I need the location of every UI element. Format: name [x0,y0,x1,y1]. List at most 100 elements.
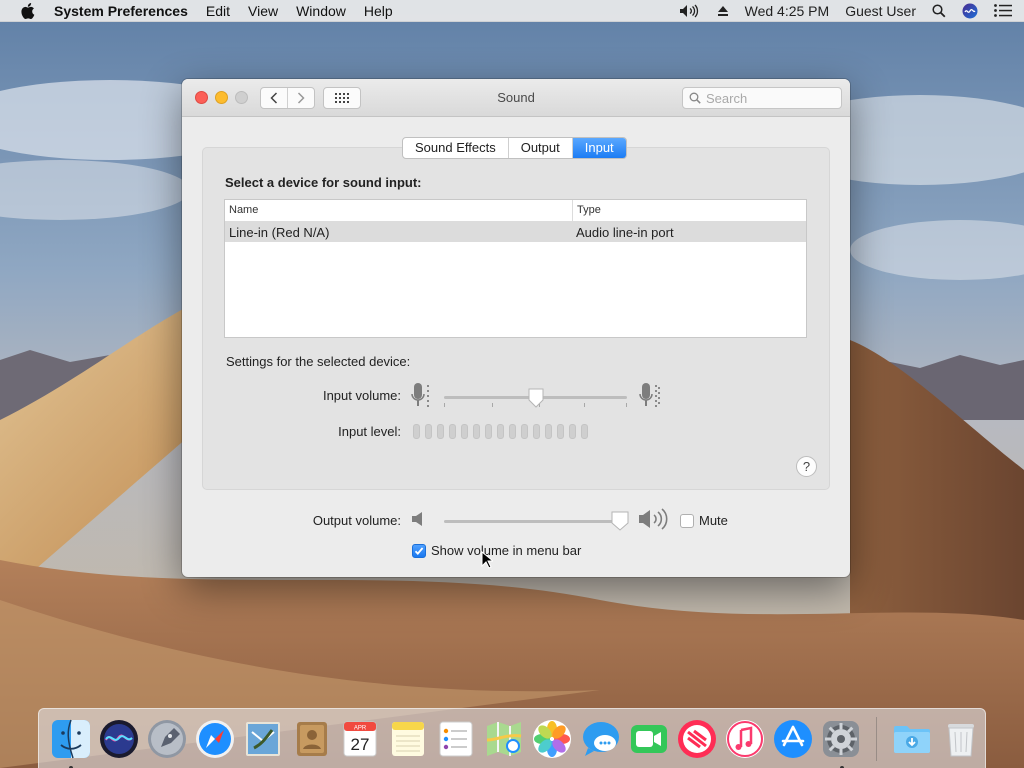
photos-icon [533,720,572,758]
dock-contacts[interactable] [288,715,336,763]
dock-downloads[interactable] [889,715,937,763]
zoom-button[interactable] [235,91,248,104]
slider-tick [584,403,585,407]
input-volume-knob[interactable] [527,388,545,408]
level-segment [557,424,564,439]
dock-finder[interactable] [47,715,95,768]
table-header: Name Type [225,200,806,222]
forward-button[interactable] [287,88,314,108]
help-menu[interactable]: Help [355,0,402,22]
messages-icon [582,722,619,756]
show-volume-checkbox-row[interactable]: Show volume in menu bar [412,543,581,558]
dock: APR 27 [38,708,986,768]
grid-icon [335,93,349,103]
app-menu[interactable]: System Preferences [54,0,197,22]
input-level-label: Input level: [338,424,401,439]
speaker-low-icon [412,512,422,526]
view-menu[interactable]: View [239,0,287,22]
mouse-cursor-icon [481,551,493,569]
dock-safari[interactable] [191,715,239,763]
input-device-table: Name Type Line-in (Red N/A) Audio line-i… [224,199,807,338]
column-header-name[interactable]: Name [225,200,573,221]
output-volume-track[interactable] [444,520,627,523]
eject-icon[interactable] [717,5,729,17]
table-row[interactable]: Line-in (Red N/A) Audio line-in port [225,222,806,242]
dock-launchpad[interactable] [143,715,191,763]
apple-icon[interactable] [18,2,38,19]
tab-input[interactable]: Input [571,138,626,158]
calendar-day: 27 [350,735,369,754]
speaker-high-icon [639,508,668,530]
dock-notes[interactable] [384,715,432,763]
search-input[interactable] [706,90,831,106]
clock[interactable]: Wed 4:25 PM [745,3,830,19]
level-segment [521,424,528,439]
search-field[interactable] [682,87,842,109]
dock-calendar[interactable]: APR 27 [336,715,384,763]
device-type-cell: Audio line-in port [576,224,674,240]
minimize-button[interactable] [215,91,228,104]
volume-icon[interactable] [679,4,701,18]
output-volume-knob[interactable] [610,511,630,531]
level-segment [497,424,504,439]
downloads-folder-icon [894,726,931,753]
show-all-button[interactable] [323,87,361,109]
dock-news[interactable] [673,715,721,763]
contacts-icon [296,722,327,756]
mute-checkbox-row[interactable]: Mute [680,513,728,528]
dock-mail[interactable] [240,715,288,763]
search-icon [689,92,701,104]
level-segment [461,424,468,439]
dock-itunes[interactable] [721,715,769,763]
sound-tabs: Sound Effects Output Input [402,137,627,159]
title-bar[interactable]: Sound [182,79,850,117]
dock-reminders[interactable] [432,715,480,763]
dock-app-store[interactable] [769,715,817,763]
siri-icon[interactable] [962,3,978,19]
back-button[interactable] [261,88,287,108]
maps-icon [487,722,522,756]
level-segment [437,424,444,439]
input-volume-label: Input volume: [322,388,401,403]
sound-preferences-window: Sound Sound Effects Output Input Select … [182,79,850,577]
close-button[interactable] [195,91,208,104]
edit-menu[interactable]: Edit [197,0,239,22]
dock-trash[interactable] [937,715,985,763]
menu-bar: System Preferences Edit View Window Help… [0,0,1024,22]
dock-system-preferences[interactable] [818,715,866,768]
level-segment [449,424,456,439]
dock-photos[interactable] [529,715,577,763]
dock-siri[interactable] [95,715,143,763]
show-volume-label: Show volume in menu bar [431,543,582,558]
slider-tick [492,403,493,407]
news-icon [677,720,716,758]
level-segment [425,424,432,439]
help-button[interactable]: ? [796,456,817,477]
input-level-meter [413,424,588,439]
tab-output[interactable]: Output [507,138,572,158]
chevron-right-icon [297,92,305,104]
calendar-icon: APR 27 [343,721,377,757]
window-menu[interactable]: Window [287,0,355,22]
level-segment [509,424,516,439]
finder-icon [51,719,90,759]
column-header-type[interactable]: Type [573,200,601,221]
spotlight-icon[interactable] [932,3,946,18]
device-name-cell: Line-in (Red N/A) [229,224,330,240]
mute-checkbox[interactable] [680,513,694,528]
tab-sound-effects[interactable]: Sound Effects [403,138,508,158]
slider-tick [626,403,627,407]
itunes-icon [726,720,765,758]
notification-center-icon[interactable] [994,4,1012,17]
status-area: Wed 4:25 PM Guest User [671,0,1024,22]
chevron-left-icon [270,92,278,104]
dock-maps[interactable] [480,715,528,763]
reminders-icon [439,721,473,757]
dock-messages[interactable] [577,715,625,763]
facetime-icon [630,725,667,753]
dock-facetime[interactable] [625,715,673,763]
show-volume-checkbox[interactable] [412,543,426,558]
input-device-heading: Select a device for sound input: [225,175,422,190]
back-forward-group [260,87,315,109]
user-menu[interactable]: Guest User [845,3,916,19]
